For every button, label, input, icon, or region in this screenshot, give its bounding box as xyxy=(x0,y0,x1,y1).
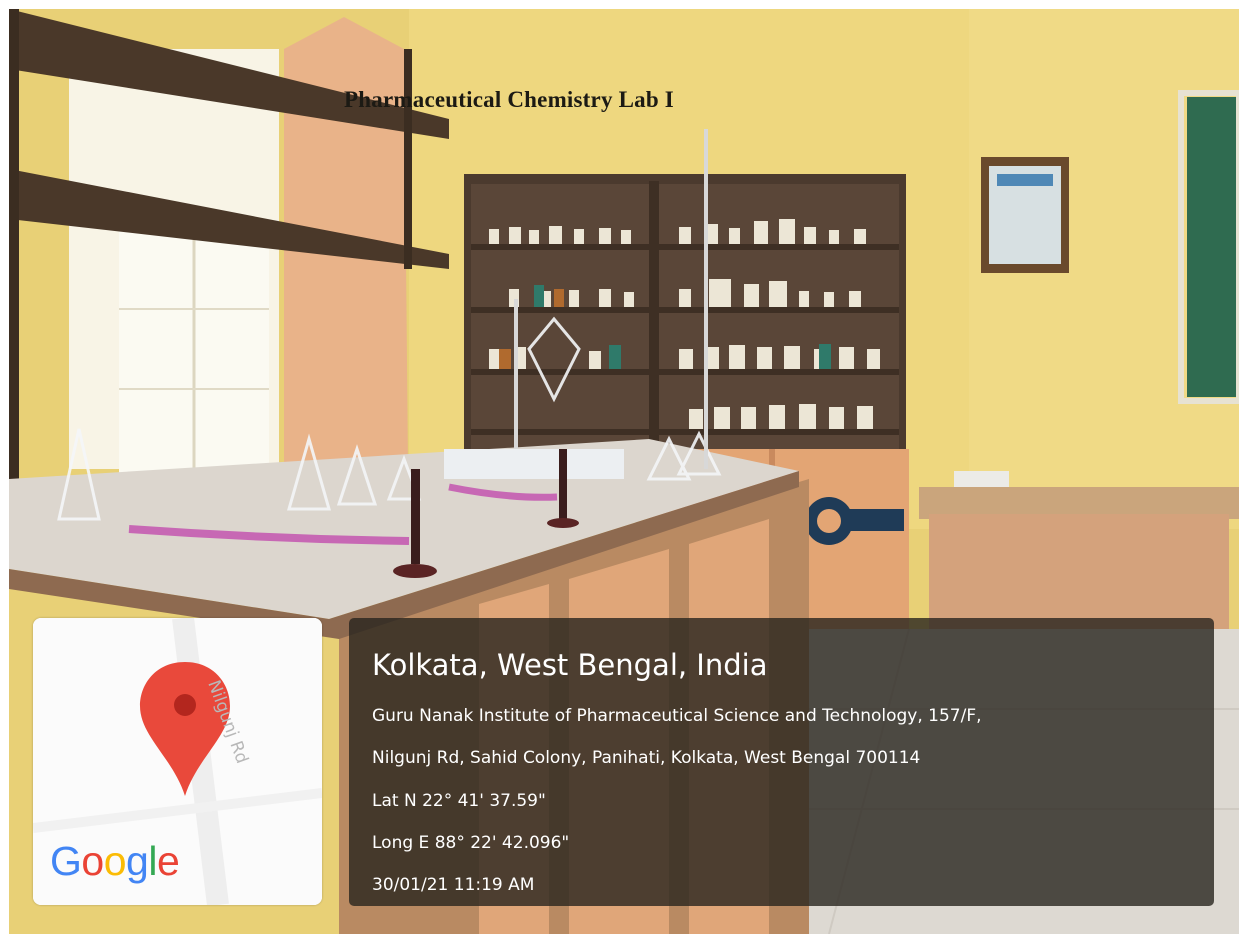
lab-sign: Pharmaceutical Chemistry Lab I xyxy=(344,87,674,112)
google-logo: Google xyxy=(50,838,180,884)
latitude-text: Lat N 22° 41' 37.59" xyxy=(372,791,546,811)
longitude-text: Long E 88° 22' 42.096" xyxy=(372,833,570,853)
address-line-1: Guru Nanak Institute of Pharmaceutical S… xyxy=(372,706,982,726)
location-city: Kolkata, West Bengal, India xyxy=(372,648,768,682)
timestamp-text: 30/01/21 11:19 AM xyxy=(372,875,535,895)
address-line-2: Nilgunj Rd, Sahid Colony, Panihati, Kolk… xyxy=(372,748,921,768)
